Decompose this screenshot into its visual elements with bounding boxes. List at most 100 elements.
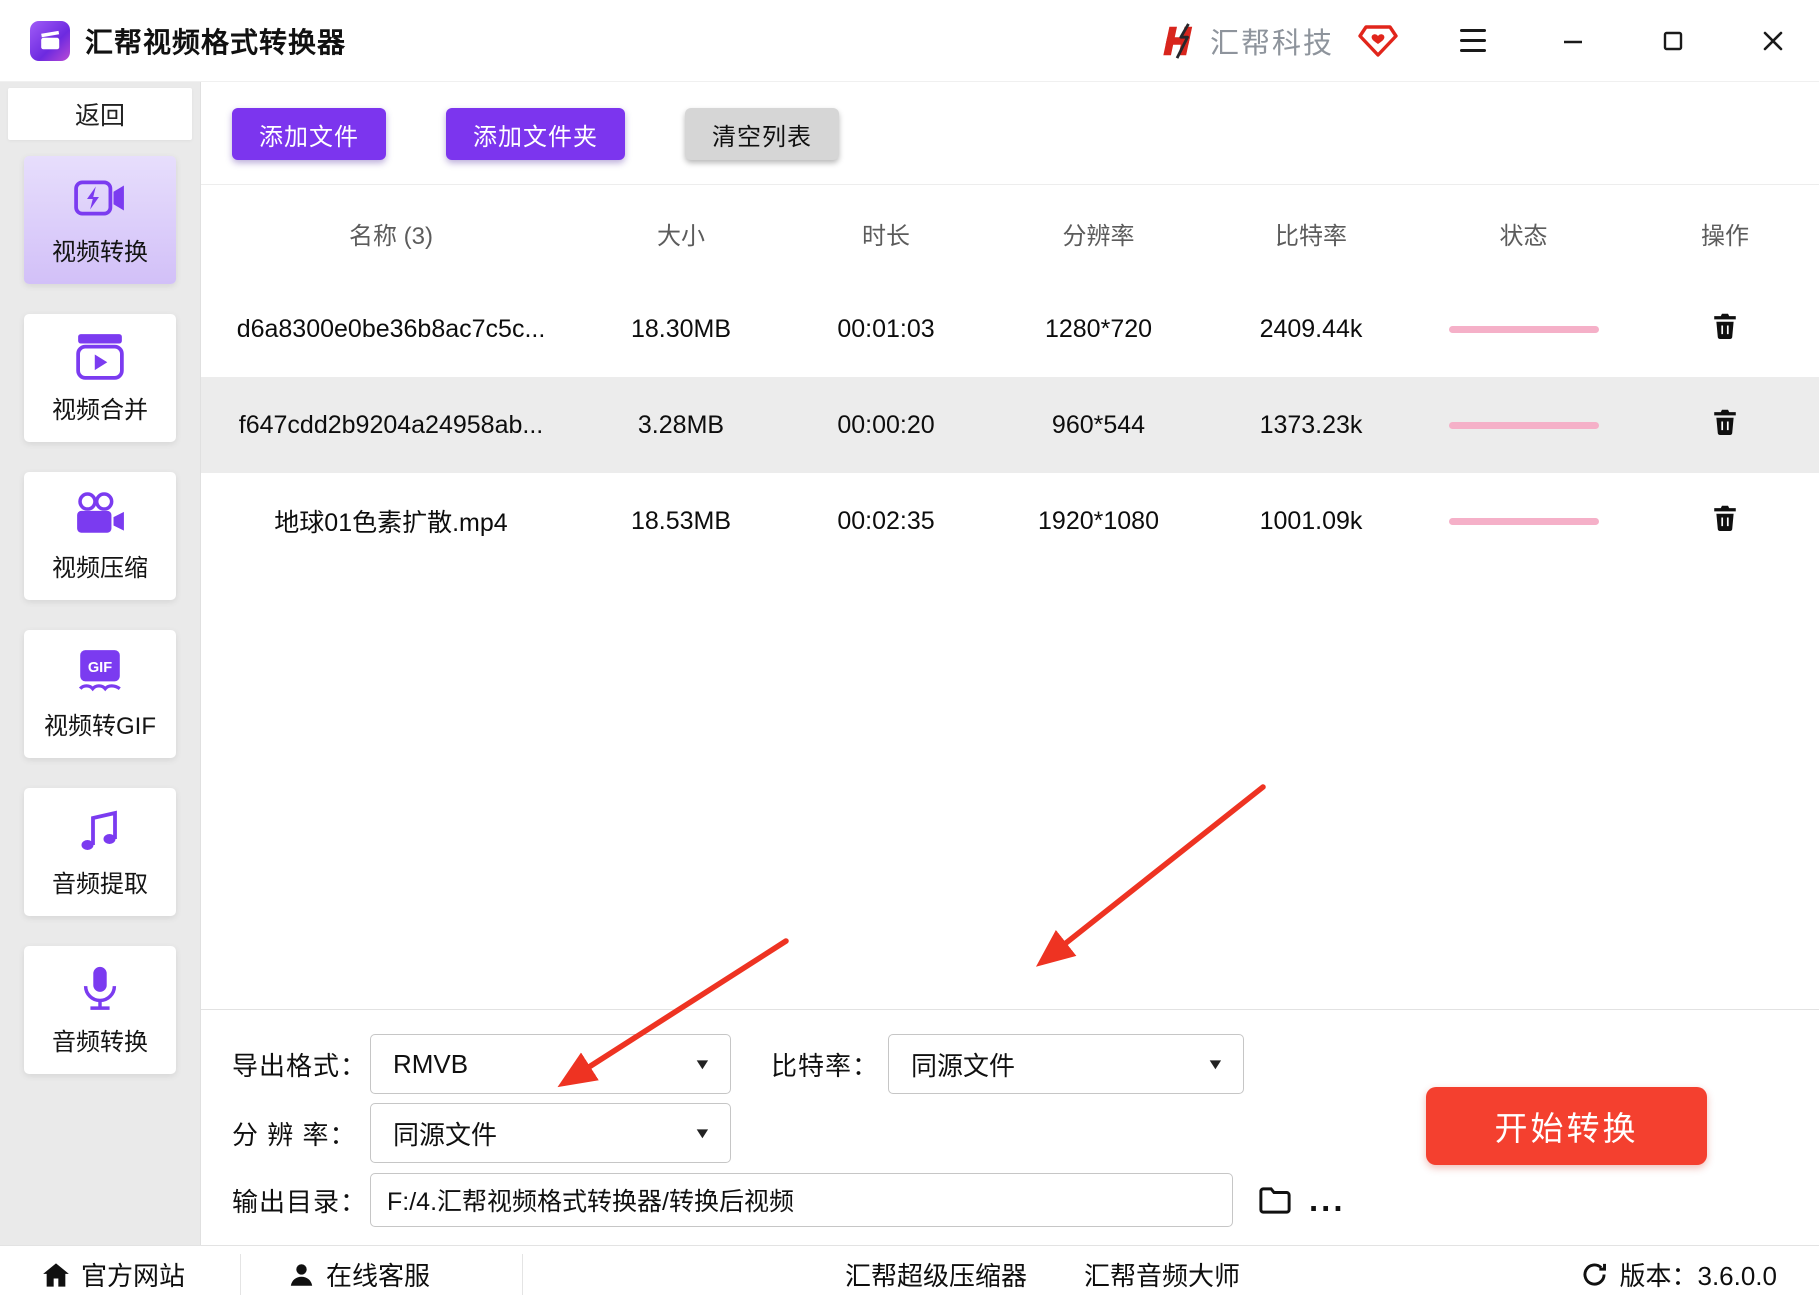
audio-master-label: 汇帮音频大师 xyxy=(1084,1261,1241,1291)
music-note-icon xyxy=(76,805,124,855)
delete-file-button[interactable] xyxy=(1712,408,1738,436)
delete-file-button[interactable] xyxy=(1712,504,1738,532)
export-format-label: 导出格式： xyxy=(232,1050,368,1081)
main-panel: 添加文件 添加文件夹 清空列表 名称 (3) 大小 时长 分辨率 比特率 状态 … xyxy=(201,82,1819,1245)
home-icon xyxy=(43,1262,69,1287)
file-duration: 00:00:20 xyxy=(837,410,935,439)
titlebar: 汇帮视频格式转换器 汇帮科技 xyxy=(0,0,1819,82)
file-duration: 00:02:35 xyxy=(837,506,935,535)
official-site-label: 官方网站 xyxy=(81,1261,186,1291)
header-status: 状态 xyxy=(1499,222,1548,250)
chevron-down-icon: ▼ xyxy=(692,1124,713,1142)
statusbar: 官方网站 在线客服 汇帮超级压缩器 汇帮音频大师 版本：3.6.0.0 xyxy=(0,1245,1819,1303)
sidebar-item-audio-convert[interactable]: 音频转换 xyxy=(24,946,176,1074)
brand-name: 汇帮科技 xyxy=(1209,27,1334,60)
close-icon xyxy=(1763,31,1783,50)
official-site-link[interactable]: 官方网站 xyxy=(42,1246,185,1303)
sidebar-item-label: 视频合并 xyxy=(52,397,148,424)
header-action: 操作 xyxy=(1701,222,1749,250)
progress-bar xyxy=(1448,325,1599,333)
sidebar-item-video-to-gif[interactable]: GIF 视频转GIF xyxy=(24,630,176,758)
add-file-button[interactable]: 添加文件 xyxy=(232,108,386,160)
table-row[interactable]: 地球01色素扩散.mp4 18.53MB 00:02:35 1920*1080 … xyxy=(201,473,1819,569)
close-button[interactable] xyxy=(1756,24,1790,58)
bitrate-value: 同源文件 xyxy=(911,1050,1016,1081)
bitrate-label: 比特率： xyxy=(771,1050,880,1081)
version-label: 版本：3.6.0.0 xyxy=(1619,1261,1777,1291)
file-name: 地球01色素扩散.mp4 xyxy=(274,509,508,537)
browse-folder-button[interactable] xyxy=(1259,1186,1291,1214)
sidebar-item-video-compress[interactable]: 视频压缩 xyxy=(24,472,176,600)
export-format-value: RMVB xyxy=(393,1048,469,1079)
sidebar-item-label: 音频提取 xyxy=(52,871,148,898)
table-header-row: 名称 (3) 大小 时长 分辨率 比特率 状态 操作 xyxy=(201,185,1819,281)
trash-icon xyxy=(1714,313,1736,339)
online-service-link[interactable]: 在线客服 xyxy=(288,1246,430,1303)
file-bitrate: 1373.23k xyxy=(1259,410,1363,439)
svg-text:GIF: GIF xyxy=(88,660,112,676)
header-size: 大小 xyxy=(657,222,705,250)
table-row[interactable]: d6a8300e0be36b8ac7c5c... 18.30MB 00:01:0… xyxy=(201,281,1819,377)
folder-icon xyxy=(1259,1186,1291,1214)
output-dir-label: 输出目录： xyxy=(232,1186,368,1217)
table-row[interactable]: f647cdd2b9204a24958ab... 3.28MB 00:00:20… xyxy=(201,377,1819,473)
trash-icon xyxy=(1714,409,1736,435)
minimize-button[interactable] xyxy=(1556,24,1590,58)
file-resolution: 1920*1080 xyxy=(1038,506,1159,535)
toolbar: 添加文件 添加文件夹 清空列表 xyxy=(201,82,1819,185)
more-options-button[interactable]: ... xyxy=(1309,1183,1346,1216)
file-name: d6a8300e0be36b8ac7c5c... xyxy=(236,314,546,343)
person-icon xyxy=(290,1264,313,1286)
maximize-icon xyxy=(1663,31,1683,50)
add-folder-button[interactable]: 添加文件夹 xyxy=(446,108,625,160)
sidebar-item-label: 音频转换 xyxy=(52,1029,148,1056)
statusbar-divider xyxy=(240,1254,241,1295)
file-resolution: 960*544 xyxy=(1051,410,1146,439)
header-name: 名称 (3) xyxy=(349,222,433,250)
bitrate-select[interactable]: 同源文件 ▼ xyxy=(888,1034,1244,1094)
sidebar-item-video-merge[interactable]: 视频合并 xyxy=(24,314,176,442)
video-merge-icon xyxy=(75,331,125,381)
resolution-select[interactable]: 同源文件 ▼ xyxy=(370,1103,731,1163)
sidebar-item-label: 视频压缩 xyxy=(52,555,148,582)
sidebar-item-audio-extract[interactable]: 音频提取 xyxy=(24,788,176,916)
app-logo-icon xyxy=(30,20,70,61)
progress-bar xyxy=(1448,421,1599,429)
delete-file-button[interactable] xyxy=(1712,312,1738,340)
back-button[interactable]: 返回 xyxy=(8,88,192,140)
sidebar-item-label: 视频转换 xyxy=(52,239,148,266)
progress-bar xyxy=(1448,517,1599,525)
header-duration: 时长 xyxy=(862,222,910,250)
super-compressor-label: 汇帮超级压缩器 xyxy=(845,1261,1028,1291)
header-bitrate: 比特率 xyxy=(1275,222,1347,250)
sidebar: 返回 视频转换 视频合并 视频压缩 GIF 视频转GIF 音频提取 音频转换 xyxy=(0,82,201,1245)
super-compressor-link[interactable]: 汇帮超级压缩器 xyxy=(845,1246,1027,1303)
gif-book-icon: GIF xyxy=(75,647,125,697)
minimize-icon xyxy=(1564,40,1582,43)
header-resolution: 分辨率 xyxy=(1062,222,1135,250)
sidebar-item-video-convert[interactable]: 视频转换 xyxy=(24,156,176,284)
file-name: f647cdd2b9204a24958ab... xyxy=(238,410,544,439)
maximize-button[interactable] xyxy=(1656,24,1690,58)
file-bitrate: 2409.44k xyxy=(1259,314,1363,343)
start-convert-button[interactable]: 开始转换 xyxy=(1426,1087,1707,1165)
video-compress-icon xyxy=(74,489,126,539)
vip-diamond-icon[interactable] xyxy=(1358,24,1398,58)
menu-button[interactable] xyxy=(1456,24,1490,58)
file-resolution: 1280*720 xyxy=(1044,314,1153,343)
export-format-select[interactable]: RMVB ▼ xyxy=(370,1034,731,1094)
app-title: 汇帮视频格式转换器 xyxy=(85,26,347,58)
video-convert-icon xyxy=(74,173,126,223)
chevron-down-icon: ▼ xyxy=(692,1055,713,1073)
file-size: 18.30MB xyxy=(630,314,732,343)
file-table: 名称 (3) 大小 时长 分辨率 比特率 状态 操作 d6a8300e0be36… xyxy=(201,185,1819,569)
statusbar-divider xyxy=(522,1254,523,1295)
sidebar-item-label: 视频转GIF xyxy=(44,713,156,740)
output-dir-input[interactable] xyxy=(370,1173,1233,1227)
resolution-label: 分 辨 率： xyxy=(232,1119,357,1150)
microphone-icon xyxy=(77,963,123,1013)
refresh-icon[interactable] xyxy=(1581,1261,1608,1288)
clear-list-button[interactable]: 清空列表 xyxy=(685,108,839,160)
version-info: 版本：3.6.0.0 xyxy=(1581,1246,1777,1303)
audio-master-link[interactable]: 汇帮音频大师 xyxy=(1084,1246,1240,1303)
